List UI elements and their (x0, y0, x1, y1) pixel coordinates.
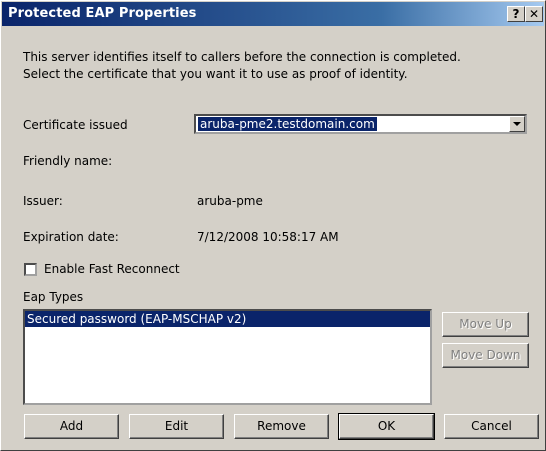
expiration-date-value: 7/12/2008 10:58:17 AM (197, 230, 339, 244)
move-down-button[interactable]: Move Down (442, 343, 529, 368)
issuer-label: Issuer: (23, 194, 63, 208)
issuer-value: aruba-pme (197, 194, 263, 208)
edit-button[interactable]: Edit (129, 414, 224, 439)
title-bar[interactable]: Protected EAP Properties ? ✕ (2, 2, 544, 26)
help-icon[interactable]: ? (507, 6, 525, 22)
certificate-issued-label: Certificate issued (23, 118, 128, 132)
intro-line-1: This server identifies itself to callers… (23, 50, 461, 64)
friendly-name-label: Friendly name: (23, 154, 113, 168)
eap-type-item[interactable]: Secured password (EAP-MSCHAP v2) (25, 311, 430, 327)
ok-button[interactable]: OK (338, 413, 435, 440)
certificate-selected-value: aruba-pme2.testdomain.com (198, 117, 377, 131)
eap-types-label: Eap Types (23, 290, 84, 304)
enable-fast-reconnect-label[interactable]: Enable Fast Reconnect (44, 262, 180, 276)
close-icon[interactable]: ✕ (525, 6, 543, 22)
intro-line-2: Select the certificate that you want it … (23, 67, 408, 81)
move-up-button[interactable]: Move Up (442, 312, 529, 337)
eap-types-listbox[interactable]: Secured password (EAP-MSCHAP v2) (23, 309, 432, 405)
expiration-date-label: Expiration date: (23, 230, 119, 244)
enable-fast-reconnect-checkbox[interactable] (24, 263, 37, 276)
cancel-button[interactable]: Cancel (444, 414, 539, 439)
protected-eap-properties-dialog: Protected EAP Properties ? ✕ This server… (0, 0, 546, 451)
window-title: Protected EAP Properties (8, 6, 197, 21)
add-button[interactable]: Add (24, 414, 119, 439)
certificate-dropdown[interactable]: aruba-pme2.testdomain.com (194, 114, 527, 134)
remove-button[interactable]: Remove (234, 414, 329, 439)
intro-text: This server identifies itself to callers… (23, 49, 523, 83)
chevron-down-icon[interactable] (509, 116, 525, 132)
